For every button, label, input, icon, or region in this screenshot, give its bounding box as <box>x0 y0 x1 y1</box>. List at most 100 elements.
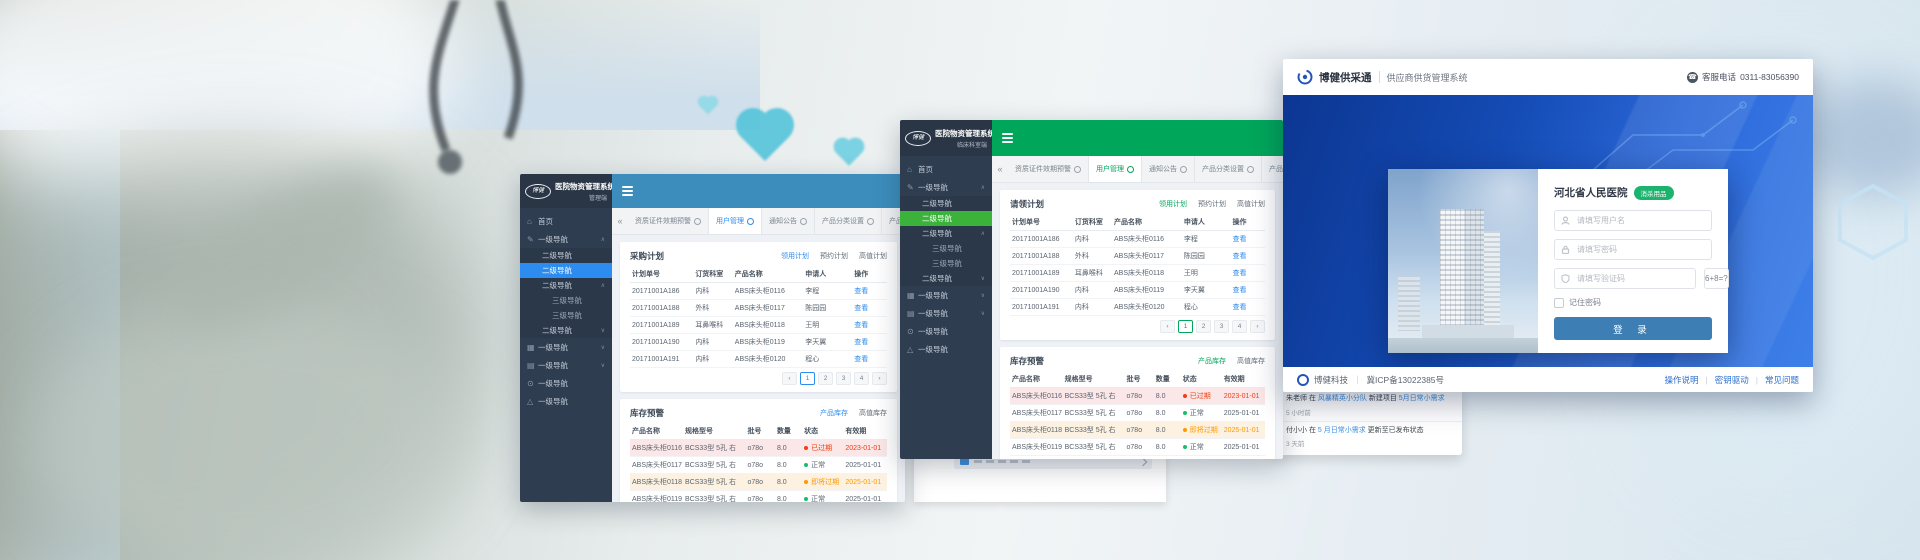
view-link[interactable]: 查看 <box>1233 270 1247 277</box>
page-button[interactable]: 1 <box>1178 320 1193 333</box>
page-button[interactable]: 3 <box>836 372 851 385</box>
feed-timestamp: 5 小时前 <box>1286 407 1452 417</box>
app-subtitle: 管理端 <box>555 193 607 202</box>
sidebar-item[interactable]: ▤一级导航∨ <box>520 356 612 374</box>
sidebar-item[interactable]: ▤一级导航∨ <box>900 304 992 322</box>
tab-item[interactable]: 产品出库 <box>1262 156 1283 182</box>
collapse-tabs-icon[interactable]: « <box>992 156 1008 182</box>
remember-password-checkbox[interactable]: 记住密码 <box>1554 297 1712 308</box>
tab-item[interactable]: 产品分类设置 <box>815 208 882 234</box>
sidebar-item[interactable]: 二级导航∧ <box>900 226 992 241</box>
page-button[interactable]: 1 <box>800 372 815 385</box>
view-link[interactable]: 查看 <box>1233 287 1247 294</box>
page-button[interactable]: 2 <box>818 372 833 385</box>
password-input[interactable] <box>1575 244 1705 255</box>
footer-link[interactable]: 密钥驱动 <box>1715 374 1749 386</box>
tab-item[interactable]: 资质证件效期预警 <box>1008 156 1089 182</box>
page-button[interactable]: › <box>1250 320 1265 333</box>
login-card: 河北省人民医院 消杀用品 <box>1388 169 1728 353</box>
view-link[interactable]: 查看 <box>1233 253 1247 260</box>
card-link[interactable]: 产品库存 <box>820 408 848 418</box>
view-link[interactable]: 查看 <box>854 305 868 312</box>
sidebar-item[interactable]: 二级导航 <box>520 248 612 263</box>
sidebar-item[interactable]: ⌂首页 <box>520 212 612 230</box>
tab-active[interactable]: 用户管理 <box>709 208 762 234</box>
view-link[interactable]: 查看 <box>854 322 868 329</box>
menu-toggle-icon[interactable] <box>622 186 633 196</box>
page-button[interactable]: ‹ <box>782 372 797 385</box>
card-link[interactable]: 领用计划 <box>1159 199 1187 209</box>
feed-link[interactable]: 5月日常小需求 <box>1399 395 1445 402</box>
tab-item[interactable]: 通知公告 <box>1142 156 1195 182</box>
checkbox-icon[interactable] <box>1554 298 1564 308</box>
page-button[interactable]: 4 <box>854 372 869 385</box>
sidebar-item[interactable]: 二级导航∨ <box>520 323 612 338</box>
sidebar-item[interactable]: ⌂首页 <box>900 160 992 178</box>
admin-tab-bar: « 资质证件效期预警用户管理通知公告产品分类设置产品出库 <box>612 208 905 235</box>
page-button[interactable]: ‹ <box>1160 320 1175 333</box>
table-cell: ABS床头柜0119 <box>733 334 803 351</box>
sidebar-item[interactable]: ▦一级导航∨ <box>900 286 992 304</box>
sidebar-item[interactable]: △一级导航 <box>900 340 992 358</box>
card-link[interactable]: 高值计划 <box>859 251 887 261</box>
view-link[interactable]: 查看 <box>1233 236 1247 243</box>
footer-link[interactable]: 操作说明 <box>1665 374 1699 386</box>
page-button[interactable]: 2 <box>1196 320 1211 333</box>
sidebar-item[interactable]: 三级导航 <box>900 241 992 256</box>
sidebar-item[interactable]: ⊙一级导航 <box>520 374 612 392</box>
card-link[interactable]: 预约计划 <box>1198 199 1226 209</box>
view-link[interactable]: 查看 <box>854 356 868 363</box>
sidebar-item[interactable]: ⊙一级导航 <box>900 322 992 340</box>
table-cell: o78o <box>1125 422 1154 439</box>
table-row: 20171001A191内科ABS床头柜0120程心查看 <box>630 351 887 368</box>
card-link[interactable]: 高值库存 <box>1237 356 1265 366</box>
table-row: ABS床头柜0118BCS33型 5孔 右o78o8.0即将过期2025-01-… <box>630 474 887 491</box>
menu-toggle-icon[interactable] <box>1002 133 1013 143</box>
sidebar-item-label: 二级导航 <box>542 325 572 336</box>
collapse-tabs-icon[interactable]: « <box>612 208 628 234</box>
tab-dot-icon <box>800 218 807 225</box>
footer-link[interactable]: 常见问题 <box>1765 374 1799 386</box>
sidebar-item[interactable]: 三级导航 <box>900 256 992 271</box>
page-button[interactable]: 4 <box>1232 320 1247 333</box>
sidebar-item[interactable]: 二级导航∨ <box>900 271 992 286</box>
card-link[interactable]: 预约计划 <box>820 251 848 261</box>
card-link[interactable]: 高值库存 <box>859 408 887 418</box>
supplier-login-window: 博健供采通 供应商供货管理系统 ☎ 客服电话 0311-83056390 <box>1283 59 1813 392</box>
sidebar-item[interactable]: 三级导航 <box>520 308 612 323</box>
column-header: 申请人 <box>1182 214 1231 231</box>
view-link[interactable]: 查看 <box>854 288 868 295</box>
sidebar-item[interactable]: 三级导航 <box>520 293 612 308</box>
sidebar-item-label: 二级导航 <box>922 213 952 224</box>
card-link[interactable]: 高值计划 <box>1237 199 1265 209</box>
sidebar-item[interactable]: ✎一级导航∧ <box>520 230 612 248</box>
username-input[interactable] <box>1575 215 1705 226</box>
clinic-header-bar <box>992 120 1283 156</box>
table-cell: 内科 <box>693 334 732 351</box>
login-button[interactable]: 登 录 <box>1554 317 1712 340</box>
sidebar-item[interactable]: 二级导航 <box>900 211 992 226</box>
sidebar-item[interactable]: 二级导航∧ <box>520 278 612 293</box>
sidebar-item[interactable]: 二级导航 <box>900 196 992 211</box>
view-link[interactable]: 查看 <box>1233 304 1247 311</box>
tab-item[interactable]: 资质证件效期预警 <box>628 208 709 234</box>
table-row: ABS床头柜0119BCS33型 5孔 右o78o8.0正常2025-01-01 <box>630 491 887 503</box>
sidebar-item[interactable]: △一级导航 <box>520 392 612 410</box>
view-link[interactable]: 查看 <box>854 339 868 346</box>
tab-item[interactable]: 产品分类设置 <box>1195 156 1262 182</box>
sidebar-item[interactable]: ✎一级导航∧ <box>900 178 992 196</box>
table-header-row: 计划单号订货科室产品名称申请人操作 <box>1010 214 1265 231</box>
sidebar-item[interactable]: 二级导航 <box>520 263 612 278</box>
captcha-input[interactable] <box>1575 273 1689 284</box>
column-header: 订货科室 <box>693 266 732 283</box>
feed-link[interactable]: 5 月日常小需求 <box>1318 427 1366 434</box>
page-button[interactable]: 3 <box>1214 320 1229 333</box>
card-link[interactable]: 领用计划 <box>781 251 809 261</box>
page-button[interactable]: › <box>872 372 887 385</box>
sidebar-item[interactable]: ▦一级导航∨ <box>520 338 612 356</box>
feed-link[interactable]: 风暴精英小分队 <box>1318 395 1367 402</box>
tab-active[interactable]: 用户管理 <box>1089 156 1142 182</box>
captcha-image[interactable]: 6+8=? <box>1704 268 1729 289</box>
tab-item[interactable]: 通知公告 <box>762 208 815 234</box>
card-link[interactable]: 产品库存 <box>1198 356 1226 366</box>
